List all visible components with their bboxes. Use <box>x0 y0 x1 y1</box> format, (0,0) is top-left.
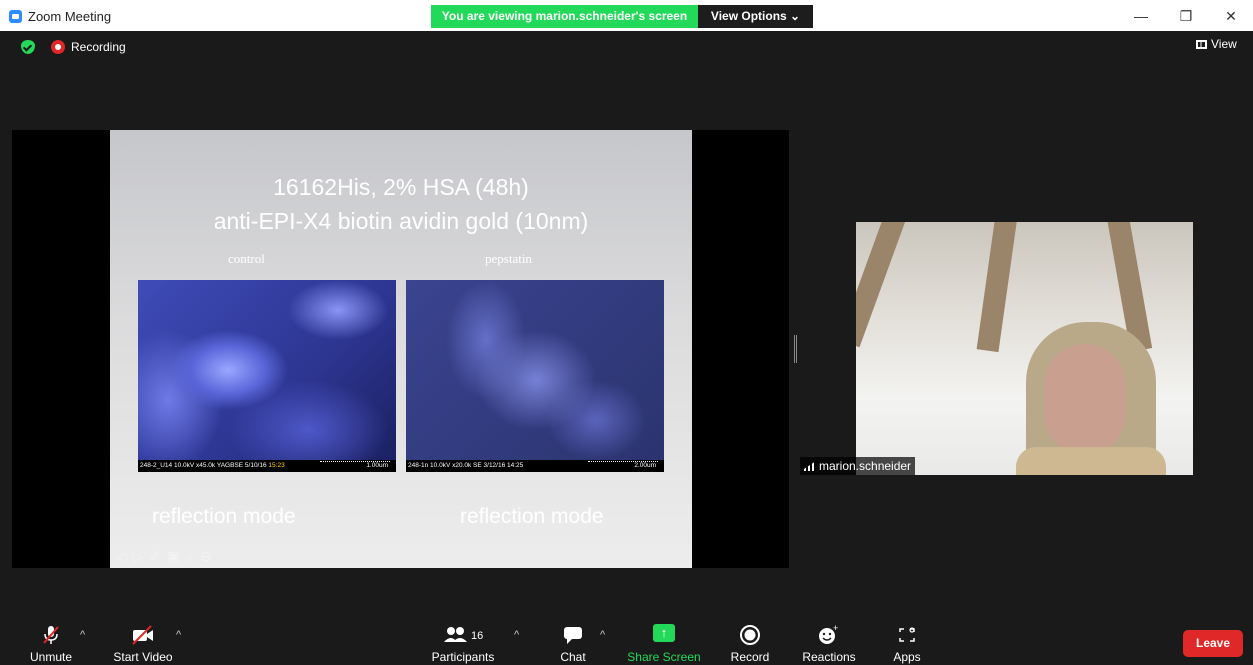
zoom-app-icon <box>9 10 22 23</box>
leave-button[interactable]: Leave <box>1183 630 1243 657</box>
chat-bubble-icon <box>551 624 595 646</box>
video-off-icon <box>108 624 178 646</box>
svg-text:+: + <box>833 624 838 633</box>
reflection-mode-left: reflection mode <box>152 505 296 528</box>
apps-button[interactable]: Apps <box>885 612 929 665</box>
share-screen-icon: ↑ <box>653 624 675 642</box>
view-options-button[interactable]: View Options ⌄ <box>698 5 813 28</box>
recording-label: Recording <box>71 40 126 54</box>
slide-title-line2: anti-EPI-X4 biotin avidin gold (10nm) <box>213 208 589 234</box>
minimize-icon[interactable]: — <box>1130 6 1152 26</box>
signal-strength-icon <box>804 461 816 471</box>
micrograph-control: 248-2_U14 10.0kV x45.0k YAGBSE 5/10/16 1… <box>138 280 396 472</box>
ceiling-beam <box>856 222 908 348</box>
presentation-slide: 16162His, 2% HSA (48h) anti-EPI-X4 bioti… <box>110 130 692 568</box>
start-video-button[interactable]: Start Video <box>108 612 178 665</box>
view-label: View <box>1211 37 1237 51</box>
share-screen-button[interactable]: ↑ Share Screen <box>627 612 701 665</box>
participant-shoulders <box>1016 447 1166 475</box>
record-icon <box>727 624 773 646</box>
video-options-caret[interactable]: ^ <box>176 629 181 641</box>
restore-icon[interactable]: ❐ <box>1175 6 1197 26</box>
panel-resize-handle[interactable] <box>794 335 797 363</box>
ceiling-beam <box>976 222 1018 353</box>
view-button[interactable]: View <box>1196 37 1237 55</box>
viewing-screen-banner: You are viewing marion.schneider's scree… <box>431 5 698 28</box>
audio-options-caret[interactable]: ^ <box>80 629 85 641</box>
record-button[interactable]: Record <box>727 612 773 665</box>
participants-options-caret[interactable]: ^ <box>514 629 519 641</box>
window-title: Zoom Meeting <box>28 9 112 24</box>
chat-button[interactable]: Chat <box>551 612 595 665</box>
encryption-shield-icon[interactable] <box>21 40 35 54</box>
meeting-toolbar: Unmute ^ Start Video ^ 16 Participants ^… <box>0 612 1253 665</box>
close-icon[interactable]: ✕ <box>1220 6 1242 26</box>
participants-icon: 16 <box>430 624 496 646</box>
apps-icon <box>885 624 929 646</box>
slide-navigation-controls[interactable]: ◁ ▷ ✐ ▣ ⌕ ⊖ <box>116 548 213 565</box>
participant-name-tag: marion.schneider <box>800 457 916 475</box>
microphone-muted-icon <box>20 624 82 646</box>
recording-icon <box>51 40 65 54</box>
slide-title-line1: 16162His, 2% HSA (48h) <box>273 174 529 200</box>
grid-view-icon <box>1196 40 1207 49</box>
micrograph-pepstatin: 248-1n 10.0kV x20.0k SE 3/12/16 14:25 2.… <box>406 280 664 472</box>
title-bar: Zoom Meeting You are viewing marion.schn… <box>0 0 1253 31</box>
emoji-plus-icon: + <box>800 623 858 646</box>
micrograph-info-bar: 248-2_U14 10.0kV x45.0k YAGBSE 5/10/16 1… <box>138 460 396 472</box>
reactions-button[interactable]: + Reactions <box>800 612 858 665</box>
micrograph-info-bar: 248-1n 10.0kV x20.0k SE 3/12/16 14:25 2.… <box>406 460 664 472</box>
caption-control: control <box>228 251 265 266</box>
reflection-mode-right: reflection mode <box>460 505 604 528</box>
caption-pepstatin: pepstatin <box>485 251 532 266</box>
participant-face <box>1044 344 1126 454</box>
participant-video <box>856 222 1193 475</box>
participants-button[interactable]: 16 Participants <box>430 612 496 665</box>
chat-options-caret[interactable]: ^ <box>600 629 605 641</box>
unmute-button[interactable]: Unmute <box>20 612 82 665</box>
svg-text:16: 16 <box>471 630 483 642</box>
